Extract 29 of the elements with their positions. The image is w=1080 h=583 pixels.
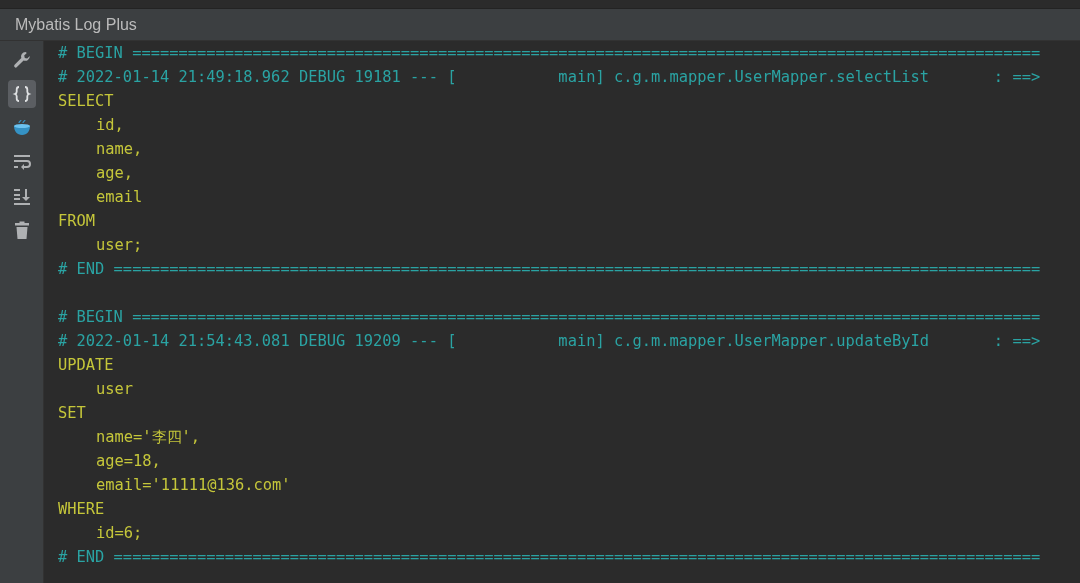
sql-line: UPDATE (58, 356, 114, 374)
sql-line: SET (58, 404, 86, 422)
cup-icon (11, 119, 32, 137)
braces-icon (11, 84, 32, 104)
wrench-icon (11, 50, 32, 70)
trash-icon (13, 221, 30, 239)
log-header-line: # BEGIN ================================================================================================== (58, 308, 1041, 326)
sql-line: id, (95, 116, 124, 134)
sql-line: id=6; (95, 524, 143, 542)
scroll-to-end-icon (11, 187, 32, 205)
panel-title: Mybatis Log Plus (15, 15, 137, 34)
toolbar-button[interactable] (7, 80, 36, 108)
log-header-line: # 2022-01-14 21:54:43.081 DEBUG 19209 --- [ main] c.g.m.mapper.UserMapper.updateById : ==> (58, 332, 1041, 350)
log-header-line: # 2022-01-14 21:49:18.962 DEBUG 19181 --- [ main] c.g.m.mapper.UserMapper.selectList : ==> (58, 68, 1041, 86)
sql-line: age, (95, 164, 134, 182)
sql-line: name='李四', (95, 428, 201, 446)
sql-line: name, (95, 140, 143, 158)
sql-line: user; (95, 236, 143, 254)
sql-line: email (95, 188, 143, 206)
sql-line: user (95, 380, 134, 398)
sql-line: FROM (58, 212, 96, 230)
sql-line: SELECT (58, 92, 114, 110)
wrap-icon (11, 153, 32, 171)
sql-line: email='11111@136.com' (95, 476, 291, 494)
sql-line: age=18, (95, 452, 161, 470)
sql-line: WHERE (58, 500, 105, 518)
log-header-line: # END ==================================================================================================== (58, 548, 1041, 566)
log-header-line: # BEGIN ================================================================================================== (58, 44, 1041, 62)
log-header-line: # END ==================================================================================================== (58, 260, 1041, 278)
